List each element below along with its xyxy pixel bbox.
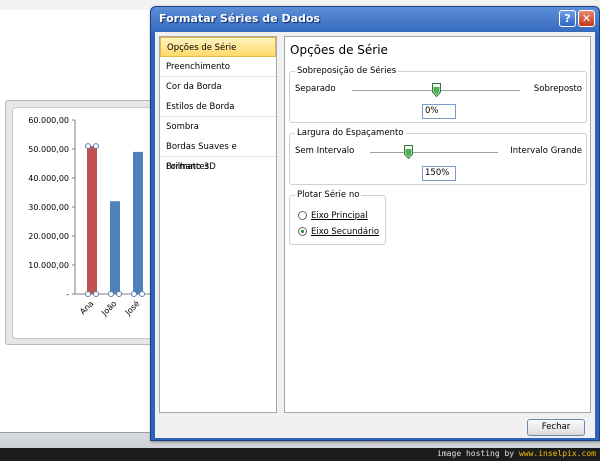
y-tick-label: 20.000,00 [28,232,69,241]
overlap-value-input[interactable]: 0% [422,104,456,119]
close-button[interactable]: Fechar [527,419,585,436]
gap-slider-track[interactable] [370,152,498,154]
selection-handle [108,291,114,297]
nav-item-soft-edges[interactable]: Bordas Suaves e Brilhantes [160,137,276,172]
gap-right-label: Intervalo Grande [510,146,582,156]
chart-plot-area[interactable]: - 10.000,00 20.000,00 30.000,00 40.000,00 50.… [12,107,163,340]
plot-series-on-group: Plotar Série no Eixo Principal Eixo Secu… [289,190,386,245]
gap-value-input[interactable]: 150% [422,166,456,181]
watermark-brand: www.inselpix.com [518,449,596,458]
overlap-group: Sobreposição de Séries Separado Sobrepos… [289,66,587,123]
x-tick-label: José [122,298,141,317]
overlap-group-label: Sobreposição de Séries [295,66,399,76]
overlap-right-label: Sobreposto [533,84,582,94]
gap-width-group: Largura do Espaçamento Sem Intervalo Int… [289,128,587,185]
selection-handle [116,291,122,297]
selection-handle [139,291,145,297]
format-series-dialog: Formatar Séries de Dados ? ✕ Opções de S… [150,6,600,441]
x-tick-label: João [99,299,118,318]
radio-secondary-label: Eixo Secundário [311,227,380,237]
y-tick-label: 50.000,00 [28,145,69,154]
radio-secondary-icon[interactable] [298,227,307,236]
selection-handle [85,143,91,150]
gap-group-label: Largura do Espaçamento [295,128,406,138]
y-tick-label: 40.000,00 [28,174,69,183]
selection-handle [93,143,99,150]
overlap-left-label: Separado [295,84,336,94]
bar-chart[interactable]: - 10.000,00 20.000,00 30.000,00 40.000,00 50.… [13,108,163,340]
help-button[interactable]: ? [559,10,576,27]
gap-slider-thumb[interactable] [403,145,413,159]
nav-item-fill[interactable]: Preenchimento [160,57,276,77]
overlap-slider-thumb[interactable] [431,83,441,97]
radio-primary-icon[interactable] [298,211,307,220]
dialog-title: Formatar Séries de Dados [159,12,320,25]
y-tick-label: 10.000,00 [28,261,69,270]
dialog-client: Opções de Série Preenchimento Cor da Bor… [155,32,595,438]
radio-primary-label: Eixo Principal [311,211,368,221]
panel-title: Opções de Série [290,43,388,57]
nav-item-border-color[interactable]: Cor da Borda [160,77,276,97]
y-tick-label: 60.000,00 [28,116,69,125]
close-icon[interactable]: ✕ [578,10,595,27]
radio-secondary-axis[interactable]: Eixo Secundário [298,226,379,238]
selection-handle [85,291,91,297]
selection-handle [93,291,99,297]
dialog-titlebar[interactable]: Formatar Séries de Dados ? ✕ [151,7,599,31]
selection-handle [131,291,137,297]
radio-primary-axis[interactable]: Eixo Principal [298,210,368,222]
watermark-text: image hosting by www.inselpix.com [437,449,596,458]
x-tick-label: Ana [78,299,95,316]
bar [133,151,143,294]
series-options-panel: Opções de Série Sobreposição de Séries S… [284,36,591,413]
category-nav: Opções de Série Preenchimento Cor da Bor… [159,36,277,413]
y-tick-label: - [66,290,69,299]
nav-item-series-options[interactable]: Opções de Série [160,37,276,57]
bar [110,201,120,294]
gap-left-label: Sem Intervalo [295,146,355,156]
nav-item-3d-format[interactable]: Formato 3D [160,157,276,177]
y-tick-label: 30.000,00 [28,203,69,212]
watermark-prefix: image hosting by [437,449,515,458]
plot-on-group-label: Plotar Série no [295,190,362,200]
bar [87,146,97,294]
nav-item-shadow[interactable]: Sombra [160,117,276,137]
nav-item-border-styles[interactable]: Estilos de Borda [160,97,276,117]
